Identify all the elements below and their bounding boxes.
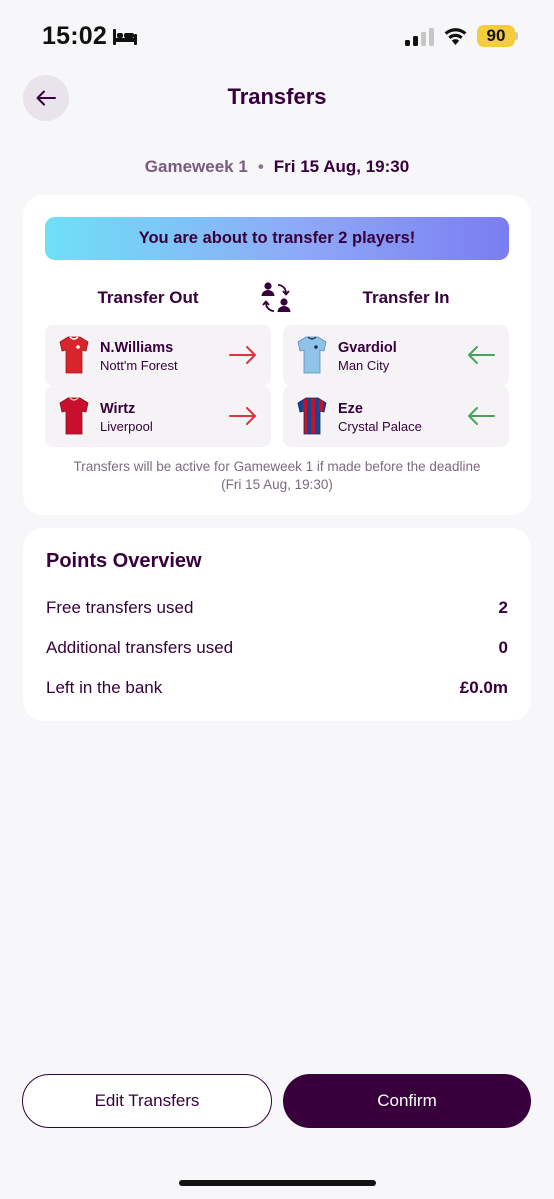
man-city-shirt-icon [297,336,327,374]
confirm-button[interactable]: Confirm [283,1074,531,1128]
liverpool-shirt-icon [59,397,89,435]
row-value: 0 [498,638,508,657]
transfer-out-heading: Transfer Out [97,288,199,307]
separator-dot: • [257,157,264,176]
transfer-in-player[interactable]: Eze Crystal Palace [283,386,509,447]
player-name: Eze [338,401,363,417]
transfer-in-player[interactable]: Gvardiol Man City [283,325,509,386]
transfer-out-player[interactable]: Wirtz Liverpool [45,386,271,447]
bank-row: Left in the bank £0.0m [46,678,508,698]
status-time: 15:02 [42,22,107,50]
deadline-date: Fri 15 Aug, 19:30 [273,157,410,176]
arrow-right-icon [229,407,256,425]
points-overview-title: Points Overview [46,550,202,572]
arrow-left-icon [468,407,495,425]
player-club: Liverpool [100,419,153,434]
row-label: Additional transfers used [46,638,234,657]
arrow-left-icon [468,346,495,364]
deadline-note-line2: (Fri 15 Aug, 19:30) [221,477,333,492]
player-club: Crystal Palace [338,419,422,434]
player-name: N.Williams [100,340,174,356]
points-overview-card: Points Overview Free transfers used 2 Ad… [23,528,531,721]
arrow-right-icon [229,346,256,364]
battery-indicator: 90 [477,25,515,47]
page-title: Transfers [227,84,327,109]
transfer-in-heading: Transfer In [362,288,450,307]
wifi-icon [444,28,467,45]
deadline-note-line1: Transfers will be active for Gameweek 1 … [73,459,481,474]
sleep-focus-icon [113,29,137,45]
row-value: £0.0m [459,678,508,697]
status-bar: 15:02 90 [0,0,554,72]
additional-transfers-row: Additional transfers used 0 [46,638,508,658]
edit-transfers-button[interactable]: Edit Transfers [22,1074,272,1128]
transfer-summary-card: You are about to transfer 2 players! Tra… [23,195,531,515]
player-name: Wirtz [100,401,136,417]
row-label: Free transfers used [46,598,194,617]
home-indicator [179,1180,376,1186]
gameweek-deadline: Gameweek 1 • Fri 15 Aug, 19:30 [0,157,554,177]
battery-tip [515,32,518,40]
cellular-signal-icon [405,28,434,46]
player-club: Man City [338,358,390,373]
swap-players-icon [261,282,291,312]
crystal-palace-shirt-icon [297,397,327,435]
free-transfers-row: Free transfers used 2 [46,598,508,618]
row-value: 2 [498,598,508,617]
nottm-forest-shirt-icon [59,336,89,374]
transfer-out-player[interactable]: N.Williams Nott'm Forest [45,325,271,386]
player-club: Nott'm Forest [100,358,178,373]
deadline-note: Transfers will be active for Gameweek 1 … [41,458,513,494]
player-name: Gvardiol [338,340,397,356]
transfer-count-banner: You are about to transfer 2 players! [45,217,509,260]
gameweek-label: Gameweek 1 [144,157,248,176]
row-label: Left in the bank [46,678,163,697]
